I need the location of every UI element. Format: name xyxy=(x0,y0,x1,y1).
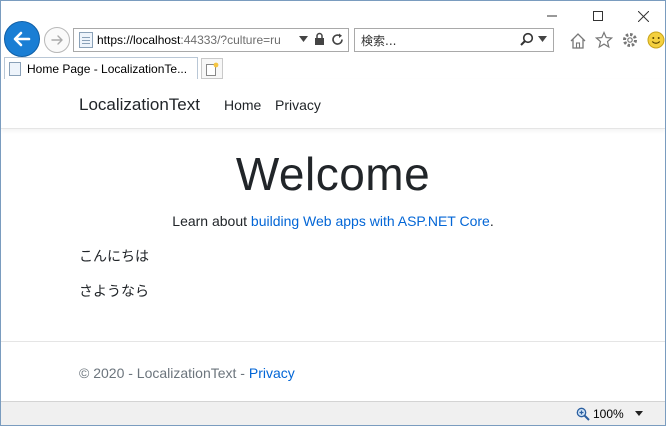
url-host: https://localhost xyxy=(97,33,181,47)
chevron-down-icon[interactable] xyxy=(538,36,547,42)
navigation-bar: https://localhost:44333/?culture=ru 検索..… xyxy=(1,21,665,57)
tab-strip: Home Page - LocalizationTe... xyxy=(1,57,665,79)
forward-button[interactable] xyxy=(44,27,70,53)
gear-icon[interactable] xyxy=(619,29,641,51)
intro-suffix: . xyxy=(489,213,494,229)
page-icon xyxy=(79,32,93,48)
site-brand[interactable]: LocalizationText xyxy=(79,95,200,115)
intro-text: Learn about building Web apps with ASP.N… xyxy=(1,213,665,229)
tab-title: Home Page - LocalizationTe... xyxy=(27,61,188,76)
intro-prefix: Learn about xyxy=(172,213,251,229)
back-button[interactable] xyxy=(4,21,40,57)
arrow-left-icon xyxy=(13,31,31,47)
minimize-icon xyxy=(547,15,557,17)
zoom-control[interactable]: 100% xyxy=(576,407,624,421)
nav-link-privacy[interactable]: Privacy xyxy=(275,97,321,113)
chevron-down-icon[interactable] xyxy=(635,411,643,416)
footer-text: © 2020 - LocalizationText - Privacy xyxy=(79,365,295,381)
page-title: Welcome xyxy=(235,148,431,200)
browser-window: https://localhost:44333/?culture=ru 検索..… xyxy=(0,0,666,426)
new-tab-button[interactable] xyxy=(201,58,223,79)
address-bar[interactable]: https://localhost:44333/?culture=ru xyxy=(73,28,349,52)
footer-privacy-link[interactable]: Privacy xyxy=(249,365,295,381)
arrow-right-icon xyxy=(51,35,63,45)
dropdown-icon[interactable] xyxy=(299,36,308,42)
url-path: :44333/?culture=ru xyxy=(180,33,281,47)
copyright-text: © 2020 - LocalizationText - xyxy=(79,365,249,381)
favorites-star-icon[interactable] xyxy=(593,29,615,51)
lock-icon[interactable] xyxy=(314,32,325,46)
page-icon xyxy=(9,61,21,76)
new-tab-icon xyxy=(206,62,219,76)
nav-link-home[interactable]: Home xyxy=(224,97,261,113)
page-viewport: LocalizationText Home Privacy Welcome Le… xyxy=(1,79,665,401)
maximize-icon xyxy=(593,11,603,21)
refresh-icon[interactable] xyxy=(331,33,344,46)
search-input[interactable]: 検索... xyxy=(354,28,554,52)
tab-home-page[interactable]: Home Page - LocalizationTe... xyxy=(4,57,198,79)
smiley-feedback-icon[interactable] xyxy=(645,29,665,51)
site-navbar: LocalizationText Home Privacy xyxy=(1,79,665,129)
greeting-goodbye: さようなら xyxy=(79,284,149,300)
aspnet-docs-link[interactable]: building Web apps with ASP.NET Core xyxy=(251,213,490,229)
zoom-icon xyxy=(576,407,590,421)
search-placeholder: 検索... xyxy=(361,33,397,48)
close-icon xyxy=(637,10,649,22)
site-footer: © 2020 - LocalizationText - Privacy xyxy=(1,341,665,401)
status-bar: 100% xyxy=(1,401,665,425)
search-icon[interactable] xyxy=(520,32,534,46)
zoom-level: 100% xyxy=(593,407,624,421)
home-icon[interactable] xyxy=(567,29,589,51)
greeting-hello: こんにちは xyxy=(79,249,149,265)
